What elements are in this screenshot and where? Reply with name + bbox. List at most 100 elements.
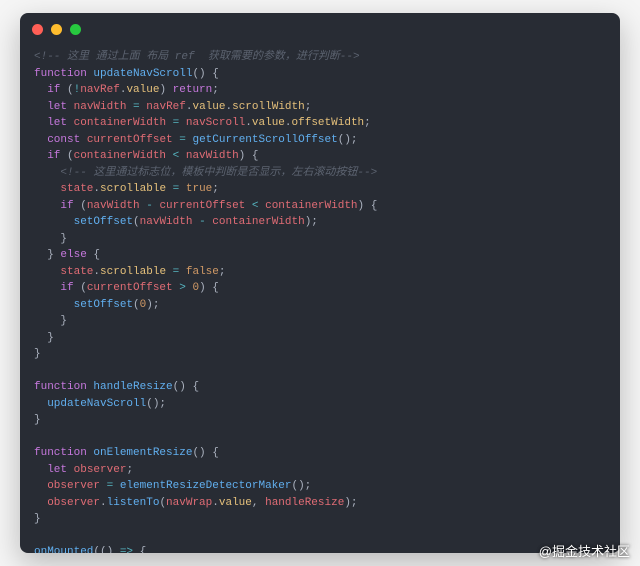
code-window: <!-- 这里 通过上面 布局 ref 获取需要的参数，进行判断--> func…: [20, 13, 620, 553]
code-token: navWidth: [140, 216, 193, 228]
code-token: [34, 266, 60, 278]
code-token: handleResize: [93, 381, 172, 393]
code-token: offsetWidth: [292, 117, 365, 129]
minimize-dot-icon[interactable]: [51, 24, 62, 35]
code-token: [67, 464, 74, 476]
code-token: <!-- 这里通过标志位，模板中判断是否显示，左右滚动按钮-->: [60, 167, 377, 179]
code-token: .: [212, 497, 219, 509]
code-token: false: [186, 266, 219, 278]
code-token: updateNavScroll: [47, 398, 146, 410]
code-token: [179, 183, 186, 195]
code-token: }: [34, 513, 41, 525]
code-token: navScroll: [186, 117, 245, 129]
code-token: () {: [192, 68, 218, 80]
code-token: containerWidth: [74, 117, 166, 129]
code-token: [34, 464, 47, 476]
code-token: -: [199, 216, 206, 228]
code-token: [80, 134, 87, 146]
code-token: currentOffset: [159, 200, 245, 212]
code-token: if: [47, 84, 60, 96]
code-token: [34, 398, 47, 410]
code-token: [166, 266, 173, 278]
code-token: [34, 282, 60, 294]
code-token: (: [133, 216, 140, 228]
code-token: <: [252, 200, 259, 212]
code-token: handleResize: [265, 497, 344, 509]
code-token: containerWidth: [74, 150, 166, 162]
code-token: [100, 480, 107, 492]
code-token: if: [60, 282, 73, 294]
code-token: ;: [212, 84, 219, 96]
code-token: setOffset: [74, 299, 133, 311]
code-token: );: [344, 497, 357, 509]
code-token: let: [47, 101, 67, 113]
code-token: [166, 183, 173, 195]
code-token: containerWidth: [212, 216, 304, 228]
code-token: scrollable: [100, 183, 166, 195]
code-token: ;: [305, 101, 312, 113]
code-token: {: [87, 249, 100, 261]
code-token: containerWidth: [265, 200, 357, 212]
code-token: }: [34, 233, 67, 245]
code-token: navWrap: [166, 497, 212, 509]
code-token: [34, 480, 47, 492]
code-token: .: [285, 117, 292, 129]
code-token: }: [34, 249, 60, 261]
code-token: }: [34, 348, 41, 360]
code-token: [67, 117, 74, 129]
code-token: ) {: [199, 282, 219, 294]
code-token: observer: [47, 480, 100, 492]
code-token: ) {: [358, 200, 378, 212]
code-token: [113, 480, 120, 492]
code-token: value: [219, 497, 252, 509]
code-token: if: [47, 150, 60, 162]
code-token: [34, 150, 47, 162]
code-token: observer: [74, 464, 127, 476]
code-token: [34, 117, 47, 129]
code-token: .: [245, 117, 252, 129]
code-token: updateNavScroll: [93, 68, 192, 80]
code-token: state: [60, 183, 93, 195]
code-token: );: [146, 299, 159, 311]
code-token: );: [305, 216, 318, 228]
code-token: setOffset: [74, 216, 133, 228]
code-token: }: [34, 315, 67, 327]
code-token: (: [60, 84, 73, 96]
watermark-text: @掘金技术社区: [539, 541, 630, 560]
close-dot-icon[interactable]: [32, 24, 43, 35]
code-token: ();: [291, 480, 311, 492]
code-token: observer: [47, 497, 100, 509]
code-token: return: [173, 84, 213, 96]
code-token: [34, 216, 74, 228]
code-token: function: [34, 68, 87, 80]
code-token: [67, 101, 74, 113]
code-token: navWidth: [186, 150, 239, 162]
code-token: function: [34, 447, 87, 459]
code-token: navRef: [80, 84, 120, 96]
code-token: ;: [219, 266, 226, 278]
code-token: [34, 299, 74, 311]
code-token: =: [179, 134, 186, 146]
code-token: value: [252, 117, 285, 129]
code-token: (: [74, 200, 87, 212]
code-token: =: [133, 101, 140, 113]
code-token: }: [34, 332, 54, 344]
code-token: if: [60, 200, 73, 212]
code-token: [34, 200, 60, 212]
code-token: ) {: [239, 150, 259, 162]
code-token: elementResizeDetectorMaker: [120, 480, 292, 492]
code-token: [179, 117, 186, 129]
code-token: ;: [126, 464, 133, 476]
code-token: ;: [364, 117, 371, 129]
code-token: }: [34, 414, 41, 426]
code-token: true: [186, 183, 212, 195]
code-token: onMounted: [34, 546, 93, 553]
code-token: navWidth: [74, 101, 127, 113]
code-token: [179, 266, 186, 278]
code-token: currentOffset: [87, 134, 173, 146]
code-token: value: [192, 101, 225, 113]
code-token: scrollWidth: [232, 101, 305, 113]
code-token: ,: [252, 497, 265, 509]
code-token: [34, 167, 60, 179]
maximize-dot-icon[interactable]: [70, 24, 81, 35]
